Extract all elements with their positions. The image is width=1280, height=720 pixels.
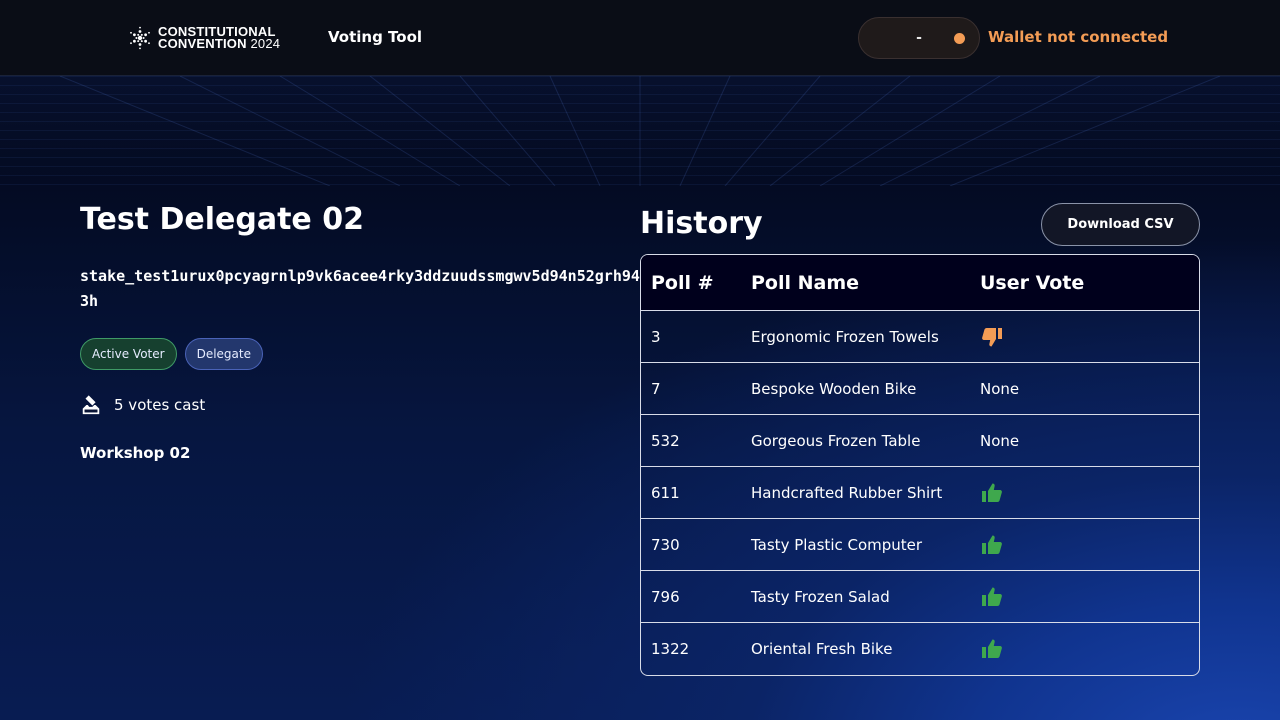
user-vote-cell: [980, 585, 1199, 609]
votes-cast-stat: 5 votes cast: [80, 394, 205, 416]
table-body: 3 Ergonomic Frozen Towels 7 Bespoke Wooden …: [641, 311, 1199, 675]
poll-number-cell: 1322: [651, 640, 690, 658]
thumbs-up-icon: [982, 587, 1002, 606]
thumbs-down-icon: [982, 327, 1002, 346]
history-table: Poll # Poll Name User Vote 3 Ergonomic Fr…: [640, 254, 1200, 676]
poll-name-cell: Bespoke Wooden Bike: [751, 379, 917, 398]
column-header-poll-name: Poll Name: [751, 271, 860, 294]
logo-year: 2024: [250, 36, 281, 51]
active-voter-badge: Active Voter: [80, 338, 177, 370]
perspective-grid-lines: [59, 76, 1221, 186]
table-header-row: Poll # Poll Name User Vote: [641, 255, 1199, 311]
poll-number-cell: 796: [651, 587, 680, 606]
user-vote-cell: [980, 637, 1199, 661]
poll-name-cell: Ergonomic Frozen Towels: [751, 327, 939, 346]
table-row: 730 Tasty Plastic Computer: [641, 519, 1199, 571]
user-vote-cell: None: [980, 431, 1020, 450]
delegate-badge: Delegate: [184, 338, 263, 370]
user-vote-cell: None: [980, 379, 1020, 398]
poll-name-cell: Handcrafted Rubber Shirt: [751, 483, 943, 502]
votes-cast-text: 5 votes cast: [114, 396, 206, 414]
poll-number-cell: 532: [651, 431, 680, 450]
column-header-poll-number: Poll #: [651, 271, 714, 294]
poll-name-cell: Gorgeous Frozen Table: [751, 431, 921, 450]
role-badges: Active Voter Delegate: [80, 338, 263, 370]
wallet-button[interactable]: -: [858, 17, 980, 59]
constitutional-convention-logo[interactable]: CONSTITUTIONAL CONVENTION 2024: [128, 24, 280, 52]
cardano-logo-icon: [130, 26, 150, 50]
history-title: History: [640, 206, 763, 241]
poll-number-cell: 611: [651, 483, 680, 502]
table-row: 532 Gorgeous Frozen Table None: [641, 415, 1199, 467]
table-row: 3 Ergonomic Frozen Towels: [641, 311, 1199, 363]
decorative-grid-background: [0, 76, 1280, 186]
thumbs-up-icon: [982, 639, 1002, 658]
ballot-box-icon: [82, 395, 100, 415]
wallet-status-text: Wallet not connected: [988, 28, 1169, 46]
user-vote-cell: [980, 481, 1199, 505]
workshop-label: Workshop 02: [80, 444, 191, 462]
user-vote-cell: [980, 325, 1199, 349]
delegate-name: Test Delegate 02: [80, 202, 364, 237]
table-row: 7 Bespoke Wooden Bike None: [641, 363, 1199, 415]
thumbs-up-icon: [982, 535, 1002, 554]
table-row: 1322 Oriental Fresh Bike: [641, 623, 1199, 675]
top-header: CONSTITUTIONAL CONVENTION 2024 Voting To…: [0, 0, 1280, 76]
wallet-status-dot-icon: [954, 33, 965, 44]
thumbs-up-icon: [982, 483, 1002, 502]
poll-name-cell: Oriental Fresh Bike: [751, 640, 893, 658]
stake-address: stake_test1urux0pcyagrnlp9vk6acee4rky3dd…: [80, 267, 640, 310]
logo-line-2: CONVENTION: [158, 36, 247, 51]
logo-wordmark: CONSTITUTIONAL CONVENTION 2024: [158, 25, 281, 51]
column-header-user-vote: User Vote: [980, 271, 1085, 294]
poll-number-cell: 730: [651, 535, 680, 554]
nav-voting-tool-link[interactable]: Voting Tool: [328, 28, 422, 46]
poll-name-cell: Tasty Plastic Computer: [751, 535, 923, 554]
poll-number-cell: 3: [651, 327, 661, 346]
poll-number-cell: 7: [651, 379, 661, 398]
user-vote-cell: [980, 533, 1199, 557]
table-row: 611 Handcrafted Rubber Shirt: [641, 467, 1199, 519]
table-row: 796 Tasty Frozen Salad: [641, 571, 1199, 623]
poll-name-cell: Tasty Frozen Salad: [751, 587, 890, 606]
download-csv-button[interactable]: Download CSV: [1041, 203, 1200, 246]
wallet-balance: -: [916, 30, 922, 46]
